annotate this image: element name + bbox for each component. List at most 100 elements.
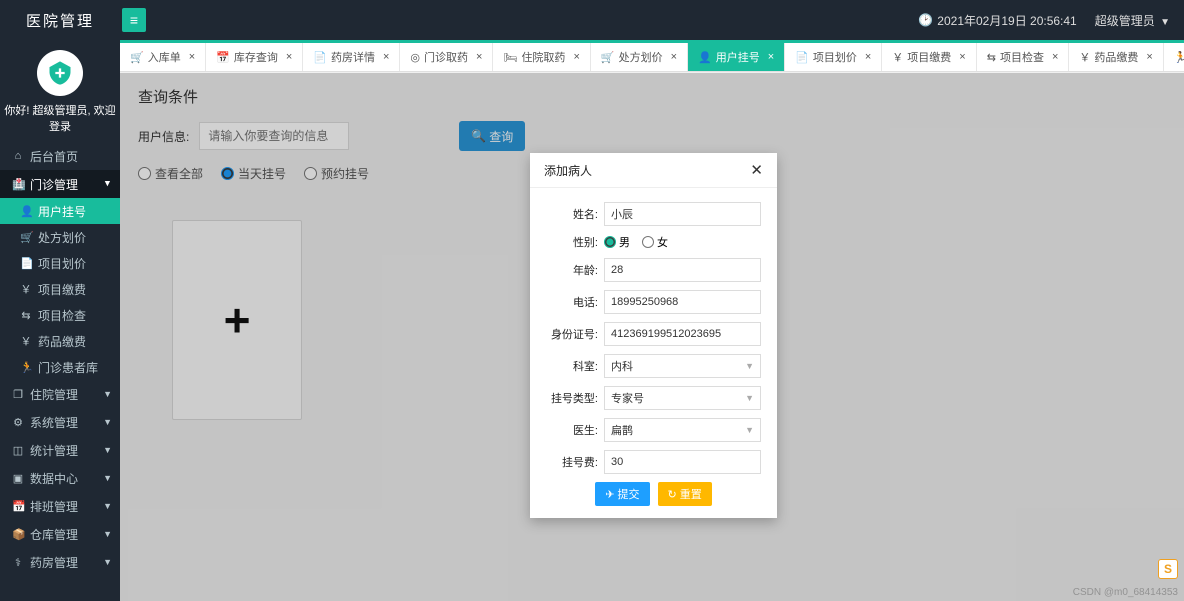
datetime-display: 🕑 2021年02月19日 20:56:41 (918, 12, 1076, 29)
logo-icon (37, 50, 83, 96)
nav-system-label: 系统管理 (30, 414, 78, 431)
reset-button[interactable]: ↻重置 (658, 482, 712, 506)
id-label: 身份证号: (546, 326, 604, 342)
submit-button[interactable]: ✈提交 (595, 482, 649, 506)
nav-system[interactable]: ⚙ 系统管理 ▼ (0, 408, 120, 436)
user-name: 超级管理员 (1095, 14, 1155, 28)
bed-icon: ❐ (12, 388, 24, 401)
sex-female[interactable]: 女 (642, 234, 668, 250)
tab-item-price[interactable]: 📄项目划价× (785, 43, 882, 71)
close-icon[interactable]: × (865, 51, 871, 63)
sub-outpatient-lib[interactable]: 🏃门诊患者库 (0, 354, 120, 380)
sub-item-fee[interactable]: ￥项目缴费 (0, 276, 120, 302)
tab-drug-fee[interactable]: ￥药品缴费 × (1069, 43, 1163, 71)
nav-data[interactable]: ▣数据中心▼ (0, 464, 120, 492)
target-icon: ◎ (410, 51, 420, 64)
radio-input[interactable] (604, 236, 616, 248)
radio-label: 男 (619, 234, 630, 250)
close-icon[interactable]: × (189, 51, 195, 63)
tab-outpatient-drug[interactable]: ◎门诊取药× (400, 43, 493, 71)
user-dropdown[interactable]: 超级管理员 ▼ (1095, 12, 1170, 29)
dialog-body: 姓名: 性别: 男 女 年龄: 电话: 身份证号: 科室:内科▼ 挂号类型:专家… (530, 188, 777, 518)
radio-input[interactable] (642, 236, 654, 248)
cart-icon: 🛒 (601, 51, 615, 64)
select-value: 内科 (611, 358, 633, 374)
menu-toggle-button[interactable]: ≡ (122, 8, 146, 32)
tab-prescription-price[interactable]: 🛒 处方划价 × (591, 43, 688, 71)
close-icon[interactable]: × (573, 51, 579, 63)
nav-warehouse[interactable]: 📦仓库管理▼ (0, 520, 120, 548)
nav-pharmacy[interactable]: ⚕药房管理▼ (0, 548, 120, 576)
nav-home[interactable]: ⌂后台首页 (0, 142, 120, 170)
doctor-select[interactable]: 扁鹊▼ (604, 418, 761, 442)
tab-drug-detail[interactable]: 📄药房详情× (303, 43, 400, 71)
send-icon: ✈ (605, 488, 614, 501)
name-input[interactable] (604, 202, 761, 226)
nav-home-label: 后台首页 (30, 148, 78, 165)
chevron-down-icon: ▼ (103, 557, 112, 567)
chevron-down-icon: ▼ (745, 425, 754, 435)
gear-icon: ⚙ (12, 416, 24, 429)
close-icon[interactable]: × (1052, 51, 1058, 63)
tab-inpatient-drug[interactable]: 🛏住院取药× (493, 43, 590, 71)
dialog-title: 添加病人 (544, 162, 592, 179)
chevron-down-icon: ▼ (103, 417, 112, 427)
nav-schedule[interactable]: 📅排班管理▼ (0, 492, 120, 520)
close-icon[interactable]: × (383, 51, 389, 63)
nav-stats[interactable]: ◫统计管理▼ (0, 436, 120, 464)
id-input[interactable] (604, 322, 761, 346)
yen-icon: ￥ (1079, 49, 1090, 65)
reset-label: 重置 (680, 486, 702, 502)
cart-icon: 🛒 (130, 51, 144, 64)
sub-user-register[interactable]: 👤用户挂号 (0, 198, 120, 224)
radio-label: 女 (657, 234, 668, 250)
menu-icon: ≡ (130, 12, 138, 28)
dialog-close-button[interactable]: ✕ (750, 161, 763, 179)
tab-label: 入库单 (148, 49, 181, 65)
age-input[interactable] (604, 258, 761, 282)
dialog-header: 添加病人 ✕ (530, 153, 777, 188)
close-icon[interactable]: × (768, 51, 774, 63)
close-icon[interactable]: × (1146, 51, 1152, 63)
sub-prescription-price[interactable]: 🛒处方划价 (0, 224, 120, 250)
fee-label: 挂号费: (546, 454, 604, 470)
nav-inpatient[interactable]: ❐住院管理▼ (0, 380, 120, 408)
user-icon: 👤 (698, 51, 712, 64)
close-icon[interactable]: × (671, 51, 677, 63)
select-value: 专家号 (611, 390, 644, 406)
chevron-down-icon: ▼ (103, 473, 112, 483)
tel-label: 电话: (546, 294, 604, 310)
user-icon: 👤 (20, 205, 32, 218)
logo-wrap (0, 40, 120, 102)
tab-stock-query[interactable]: 📅库存查询× (206, 43, 303, 71)
tab-user-register[interactable]: 👤用户挂号× (688, 43, 785, 71)
link-icon: ⇆ (20, 309, 32, 322)
welcome-text: 你好! 超级管理员, 欢迎登录 (0, 102, 120, 142)
tab-label: 药品缴费 (1094, 49, 1138, 65)
tab-label: 处方划价 (619, 49, 663, 65)
name-label: 姓名: (546, 206, 604, 222)
calendar-icon: 📅 (12, 500, 24, 513)
tab-outpatient-lib[interactable]: 🏃门诊患者库× (1164, 43, 1184, 71)
close-icon[interactable]: × (959, 51, 965, 63)
sex-radio-group: 男 女 (604, 234, 668, 250)
outpatient-icon: 🏥 (12, 178, 24, 191)
chevron-down-icon: ▼ (745, 361, 754, 371)
sidebar: 你好! 超级管理员, 欢迎登录 ⌂后台首页 🏥门诊管理▲ 👤用户挂号 🛒处方划价… (0, 40, 120, 601)
dept-select[interactable]: 内科 ▼ (604, 354, 761, 378)
sub-drug-fee[interactable]: ￥药品缴费 (0, 328, 120, 354)
sub-item-fee-label: 项目缴费 (38, 281, 86, 298)
tel-input[interactable] (604, 290, 761, 314)
sub-item-price[interactable]: 📄项目划价 (0, 250, 120, 276)
close-icon[interactable]: × (286, 51, 292, 63)
tab-item-fee[interactable]: ￥项目缴费× (882, 43, 976, 71)
sub-item-check[interactable]: ⇆项目检查 (0, 302, 120, 328)
sex-male[interactable]: 男 (604, 234, 630, 250)
fee-input[interactable] (604, 450, 761, 474)
type-select[interactable]: 专家号▼ (604, 386, 761, 410)
close-icon[interactable]: × (476, 51, 482, 63)
db-icon: ▣ (12, 472, 24, 485)
nav-outpatient[interactable]: 🏥门诊管理▲ (0, 170, 120, 198)
tab-inbound[interactable]: 🛒 入库单 × (120, 43, 206, 71)
tab-item-check[interactable]: ⇆项目检查× (977, 43, 1070, 71)
